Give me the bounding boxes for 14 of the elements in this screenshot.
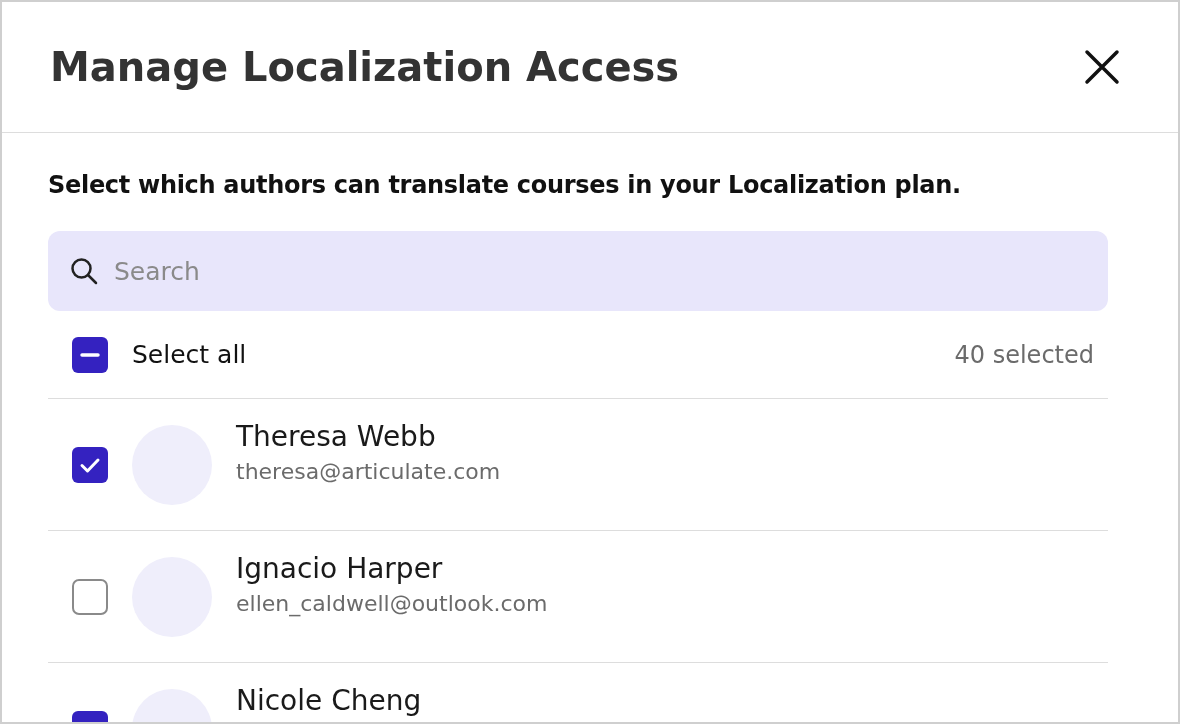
checkbox[interactable]: [72, 447, 108, 483]
author-name: Nicole Cheng: [236, 687, 422, 715]
author-email: theresa@articulate.com: [236, 459, 501, 484]
checkbox[interactable]: [72, 579, 108, 615]
close-icon[interactable]: [1084, 49, 1120, 85]
author-email: ellen_caldwell@outlook.com: [236, 591, 548, 616]
select-all-label: Select all: [132, 340, 247, 369]
dialog-title: Manage Localization Access: [50, 44, 680, 90]
author-name: Ignacio Harper: [236, 555, 444, 583]
selected-count: 40 selected: [954, 340, 1094, 369]
search-field[interactable]: Search: [48, 231, 1108, 311]
select-all-checkbox[interactable]: [72, 336, 108, 373]
author-name: Theresa Webb: [236, 423, 437, 451]
instruction-text: Select which authors can translate courses in your Localization plan.: [48, 171, 962, 199]
